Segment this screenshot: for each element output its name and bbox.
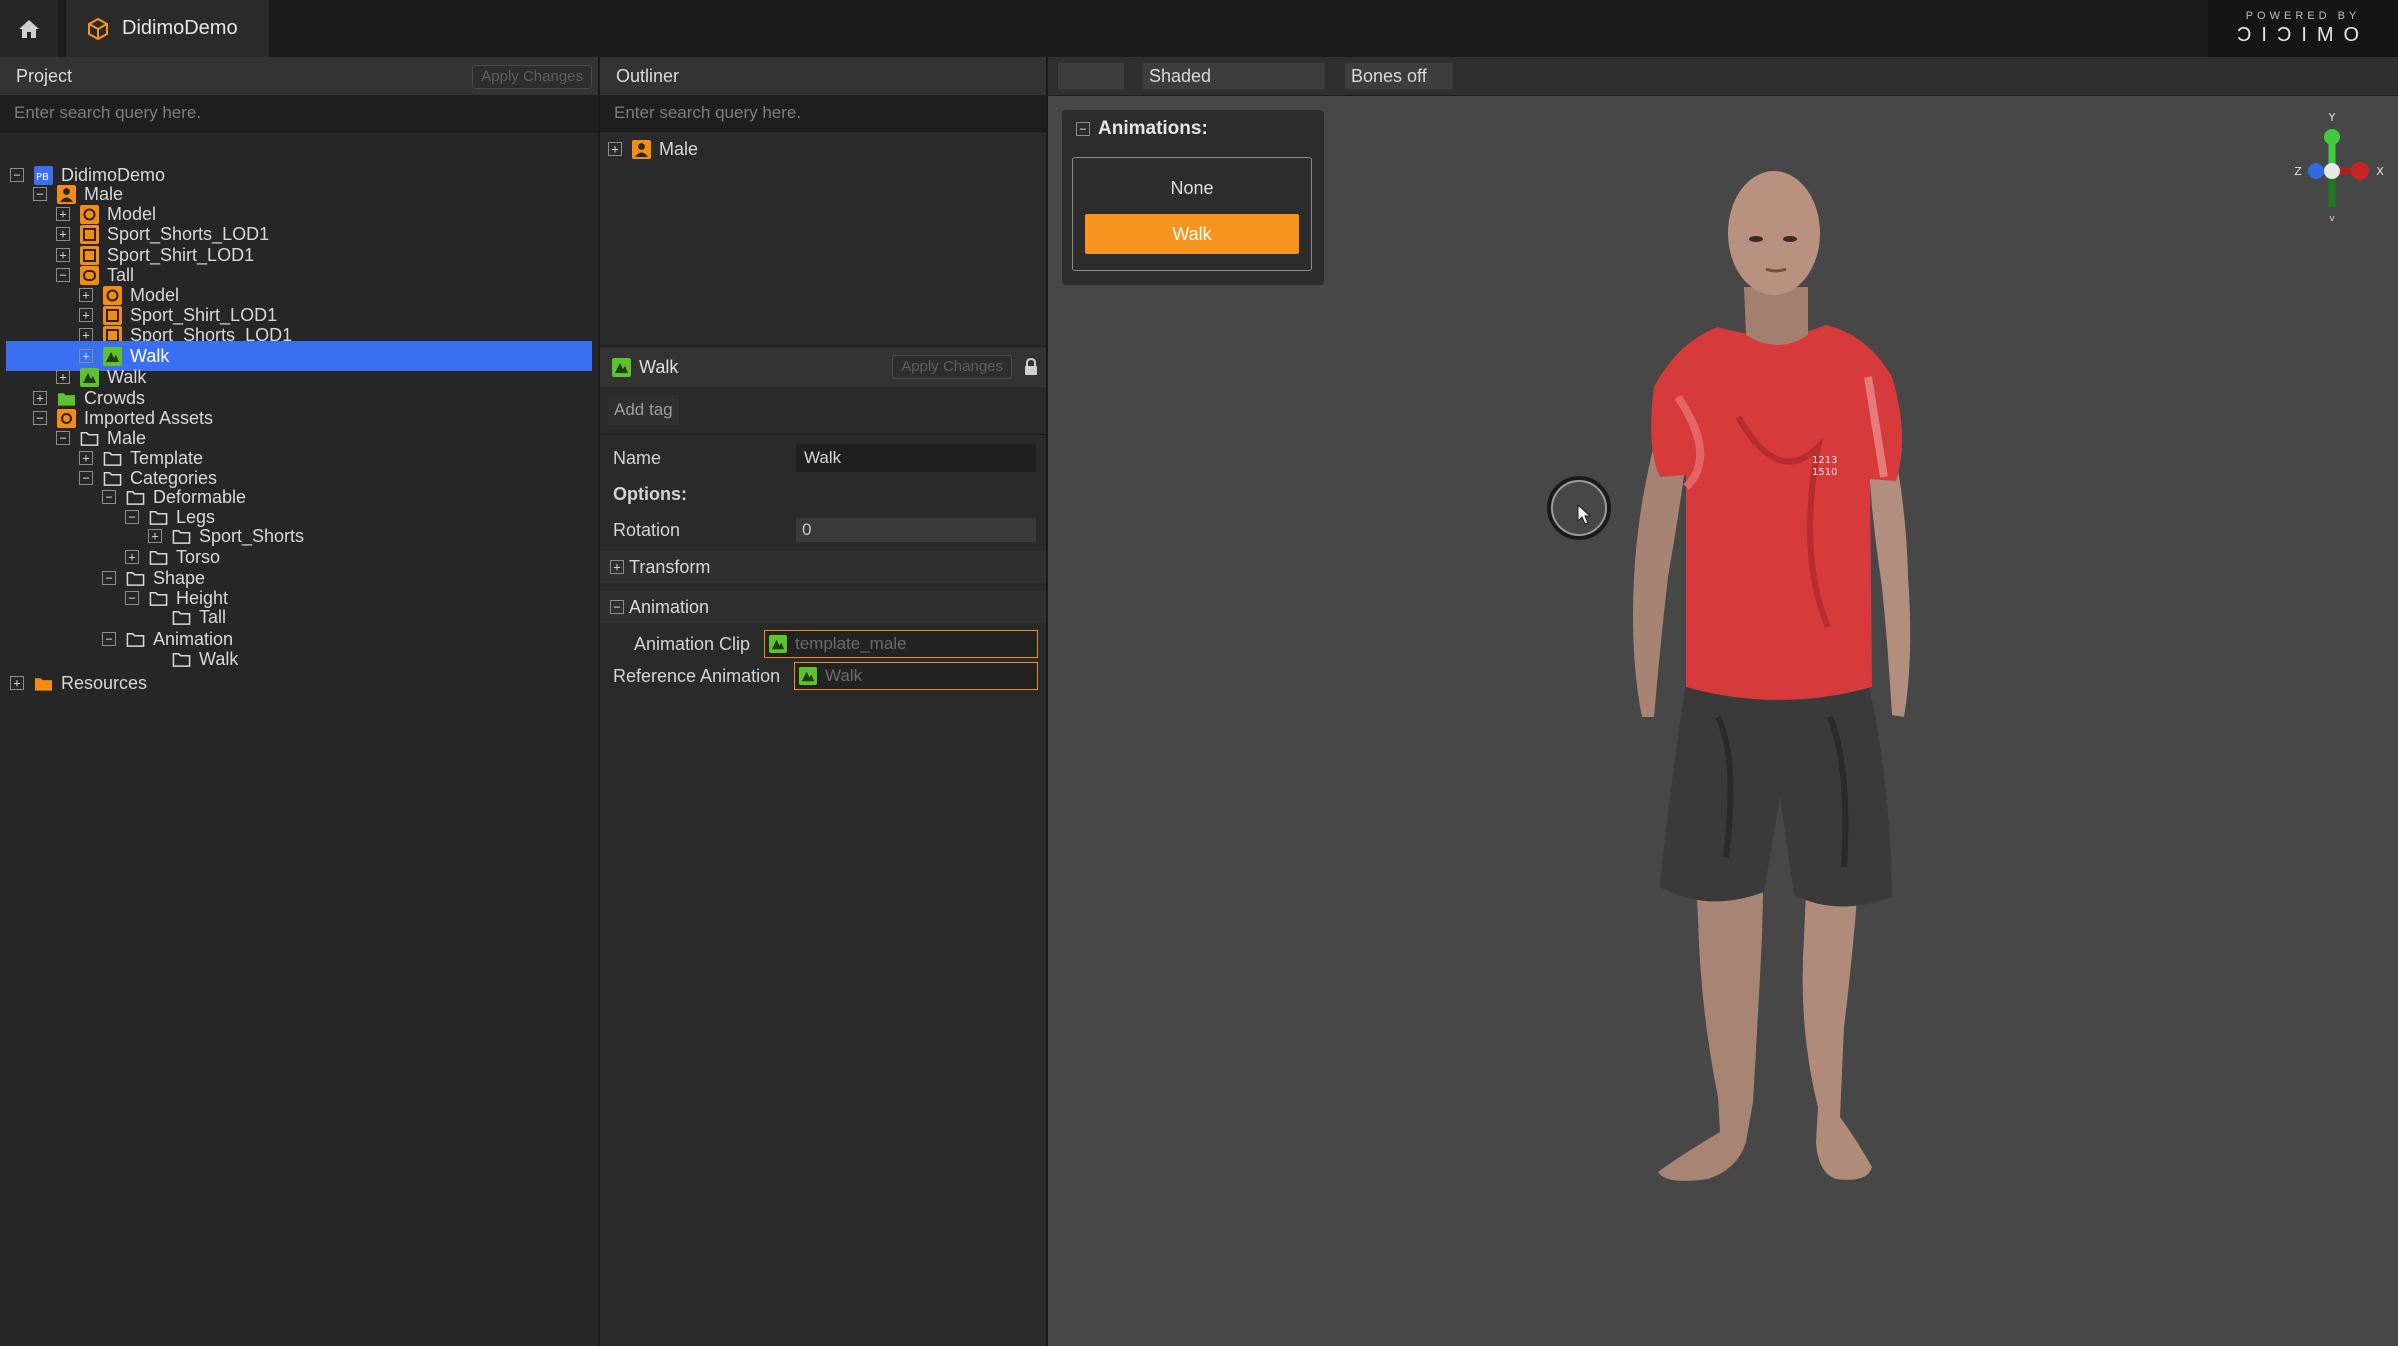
viewport-toolbar: Shaded Bones off [1048,57,2398,96]
resources-icon [34,674,53,693]
outliner-tree: + Male [600,132,1046,346]
inspector-body: Add tag Name Walk Options: Rotation 0 + … [600,387,1046,947]
animations-panel: − Animations: None Walk [1062,110,1324,285]
outliner-panel: Outliner + Male Walk Apply Changes Add t… [600,57,1048,1346]
outliner-header: Outliner [600,57,1046,95]
svg-text:v: v [2329,214,2335,224]
inspector-title: Walk [639,356,679,377]
shading-mode-button[interactable]: Shaded [1143,63,1325,89]
bones-mode-button[interactable]: Bones off [1345,63,1453,89]
tree-item-label: Walk [199,648,239,669]
name-field[interactable]: Walk [796,444,1036,472]
tree-item[interactable]: + Resources [0,668,590,698]
home-button[interactable] [0,0,58,57]
cube-icon [86,17,110,41]
brand-logo: POWERED BY ƆIƆIMO [2208,0,2398,57]
animation-icon [612,357,631,377]
project-title: Project [16,65,73,86]
divider [600,434,1046,435]
animation-clip-field[interactable]: template_male [764,630,1038,658]
project-tab[interactable]: DidimoDemo [66,0,269,57]
project-apply-button[interactable]: Apply Changes [472,65,592,89]
options-row: Options: [600,479,1046,509]
options-label: Options: [613,483,687,504]
outliner-search [600,95,1046,132]
animation-section-label: Animation [629,596,710,617]
expand-toggle[interactable]: + [125,550,139,564]
viewport-blank-button[interactable] [1058,63,1124,89]
project-search-input[interactable] [12,102,555,124]
shirt-print: 1213 [1812,455,1837,466]
animations-list: None Walk [1072,157,1312,271]
folder-icon [172,650,191,669]
brand-name: ƆIƆIMO [2236,24,2370,46]
title-bar: DidimoDemo POWERED BY ƆIƆIMO [0,0,2398,57]
tab-label: DidimoDemo [122,17,238,39]
project-header: Project Apply Changes [0,57,598,95]
outliner-item-male[interactable]: + Male [608,134,698,164]
collapse-toggle[interactable]: − [1076,122,1090,136]
animation-icon [799,667,817,685]
gizmo-z-label: Z [2294,165,2302,178]
tree-item-label: Resources [61,672,148,693]
expand-toggle[interactable]: + [79,328,93,342]
expand-toggle[interactable]: + [56,227,70,241]
viewport[interactable]: Shaded Bones off − Animations: None Walk… [1048,57,2398,1346]
reference-animation-value: Walk [825,666,863,685]
character-model[interactable]: 1213 1510 [1568,157,1988,1217]
rotation-label: Rotation [613,519,681,540]
project-panel: Project Apply Changes −PBDidimoDemo−Male… [0,57,600,1346]
animation-clip-row: Animation Clip template_male [600,629,1046,659]
orientation-gizmo[interactable]: Y X Z v [2270,109,2390,239]
svg-text:1510: 1510 [1812,467,1837,478]
reference-animation-field[interactable]: Walk [794,662,1038,690]
animation-clip-value: template_male [795,634,907,653]
lock-icon[interactable] [1024,358,1038,376]
brand-powered-by: POWERED BY [2245,10,2361,22]
expand-toggle[interactable]: + [56,370,70,384]
inspector-apply-button[interactable]: Apply Changes [892,355,1012,379]
reference-animation-label: Reference Animation [613,665,781,686]
animation-clip-label: Animation Clip [634,633,751,654]
animation-section[interactable]: − Animation [600,591,1046,623]
rotation-field[interactable]: 0 [796,518,1036,542]
expand-toggle[interactable]: + [148,529,162,543]
animations-header: − Animations: [1062,110,1324,148]
add-tag-button[interactable]: Add tag [608,395,679,425]
expand-toggle[interactable]: + [610,560,624,574]
expand-toggle[interactable]: + [608,142,622,156]
name-value: Walk [804,448,842,467]
outliner-title: Outliner [616,65,680,86]
transform-label: Transform [629,556,711,577]
rotation-row: Rotation 0 [600,515,1046,545]
home-icon [19,19,39,38]
transform-section[interactable]: + Transform [600,551,1046,583]
gizmo-x-label: X [2376,165,2384,178]
tag-row: Add tag [600,395,1046,425]
outliner-search-input[interactable] [612,102,1018,124]
inspector-header: Walk Apply Changes [600,346,1046,387]
animation-icon [769,635,787,653]
collapse-toggle[interactable]: − [610,600,624,614]
character-icon [632,139,651,159]
animation-option-walk[interactable]: Walk [1085,214,1299,254]
rotation-value: 0 [802,520,812,539]
name-row: Name Walk [600,443,1046,473]
animation-option-none[interactable]: None [1085,168,1299,208]
expand-toggle[interactable]: + [10,676,24,690]
gizmo-y-label: Y [2328,111,2336,124]
reference-animation-row: Reference Animation Walk [600,661,1046,691]
project-search [0,95,598,132]
name-label: Name [613,447,662,468]
expand-toggle[interactable]: + [79,349,93,363]
outliner-item-label: Male [659,138,699,159]
animations-title: Animations: [1098,118,1208,139]
